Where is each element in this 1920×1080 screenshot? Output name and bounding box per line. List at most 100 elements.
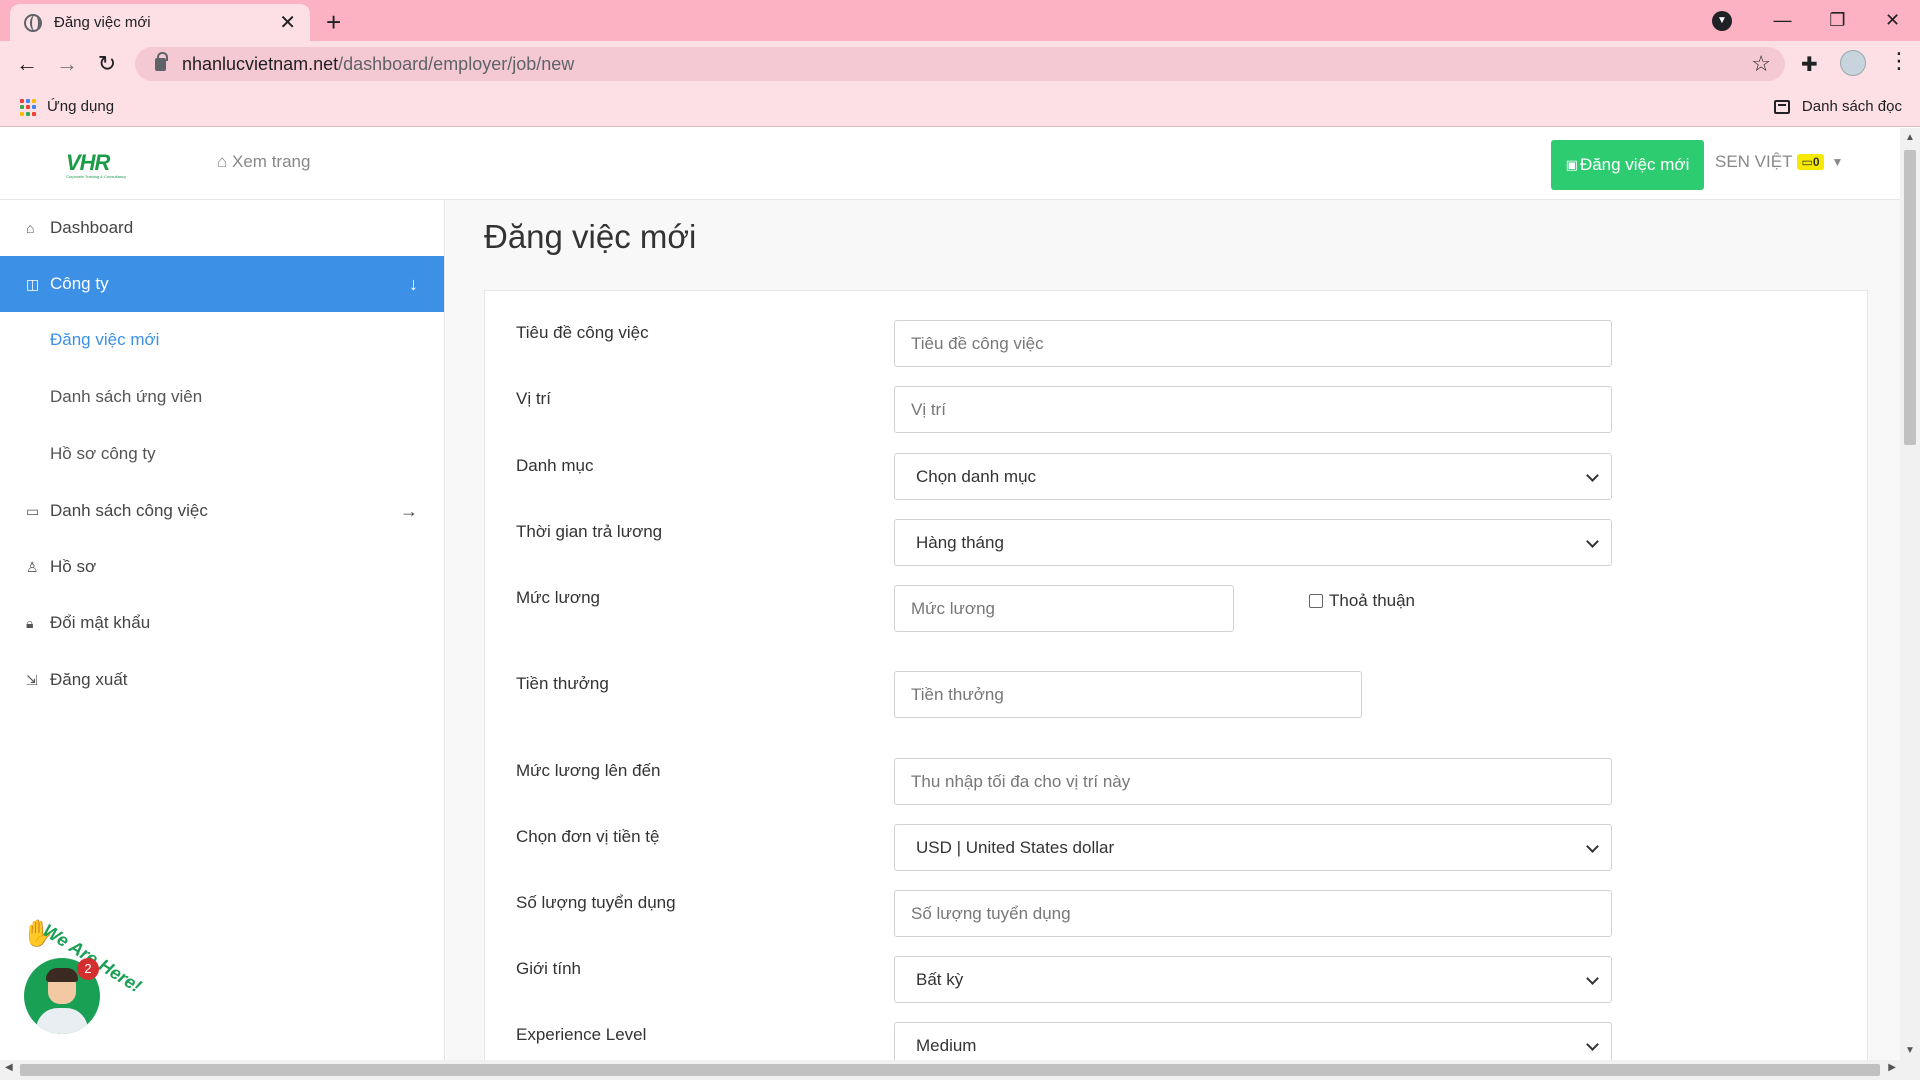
max-salary-label: Mức lương lên đến xyxy=(516,761,661,780)
job-title-label: Tiêu đề công việc xyxy=(516,323,649,342)
app-header: VHR Corporate Training & Consultancy ⌂ X… xyxy=(0,128,1900,200)
negotiable-checkbox[interactable]: Thoả thuận xyxy=(1309,591,1415,611)
negotiable-label: Thoả thuận xyxy=(1329,591,1416,610)
extensions-icon[interactable]: ✚ xyxy=(1801,52,1818,77)
home-icon: ⌂ xyxy=(26,220,35,236)
experience-label: Experience Level xyxy=(516,1025,647,1044)
browser-toolbar: ← → ↻ nhanlucvietnam.net/dashboard/emplo… xyxy=(0,41,1920,87)
scroll-left-icon[interactable]: ◀ xyxy=(5,1062,13,1073)
post-job-label: Đăng việc mới xyxy=(1579,155,1690,174)
sidebar-item-label: Danh sách công việc xyxy=(50,501,208,520)
briefcase-icon: ▭ xyxy=(1801,155,1813,169)
browser-menu-icon[interactable]: ⋮ xyxy=(1888,48,1910,74)
vacancies-input[interactable]: Số lượng tuyển dụng xyxy=(894,890,1612,937)
sidebar-item-label: Đăng xuất xyxy=(50,670,128,689)
pay-period-select[interactable]: Hàng tháng xyxy=(894,519,1612,566)
gender-select[interactable]: Bất kỳ xyxy=(894,956,1612,1003)
vertical-scrollbar[interactable]: ▲ ▼ xyxy=(1900,128,1920,1060)
reading-list-button[interactable]: Danh sách đọc xyxy=(1773,98,1902,115)
view-site-link[interactable]: ⌂ Xem trang xyxy=(217,152,310,172)
globe-icon xyxy=(24,13,42,32)
vertical-scroll-thumb[interactable] xyxy=(1904,150,1916,445)
page-viewport: VHR Corporate Training & Consultancy ⌂ X… xyxy=(0,128,1900,1060)
forward-icon[interactable]: → xyxy=(52,49,82,79)
logo-text: VHR xyxy=(66,150,110,175)
tab-close-icon[interactable]: ✕ xyxy=(279,10,296,35)
briefcase-icon: ▭ xyxy=(26,502,40,519)
currency-select[interactable]: USD | United States dollar xyxy=(894,824,1612,871)
bonus-label: Tiền thưởng xyxy=(516,674,609,693)
max-salary-input[interactable]: Thu nhập tối đa cho vị trí này xyxy=(894,758,1612,805)
reading-list-label: Danh sách đọc xyxy=(1801,98,1902,115)
salary-label: Mức lương xyxy=(516,588,600,607)
arrow-right-icon: → xyxy=(400,500,418,521)
browser-tab[interactable]: Đăng việc mới ✕ xyxy=(10,4,310,41)
reading-list-icon xyxy=(1773,99,1790,114)
sidebar-item-change-password[interactable]: 🔒︎ Đổi mật khẩu xyxy=(0,595,444,651)
sidebar-item-dashboard[interactable]: ⌂ Dashboard xyxy=(0,200,444,256)
bonus-input[interactable]: Tiền thưởng xyxy=(894,671,1362,718)
arrow-down-icon: ↓ xyxy=(409,273,418,294)
sidebar-item-label: Đổi mật khẩu xyxy=(50,613,151,632)
horizontal-scrollbar[interactable]: ◀ ▶ xyxy=(0,1060,1920,1080)
browser-tab-strip: Đăng việc mới ✕ + ▼ — ❐ ✕ xyxy=(0,0,1920,41)
minimize-icon[interactable]: — xyxy=(1755,10,1810,31)
lock-icon[interactable] xyxy=(155,51,168,71)
sidebar-item-company[interactable]: ◫ Công ty ↓ xyxy=(0,256,444,312)
sidebar-item-job-list[interactable]: ▭ Danh sách công việc → xyxy=(0,483,444,539)
vhr-logo[interactable]: VHR Corporate Training & Consultancy xyxy=(66,150,146,180)
building-icon: ◫ xyxy=(26,275,40,292)
caret-down-icon: ▼ xyxy=(1831,155,1844,169)
back-icon[interactable]: ← xyxy=(12,49,42,79)
page-title: Đăng việc mới xyxy=(484,218,697,255)
main-content: Đăng việc mới Tiêu đề công việc Tiêu đề … xyxy=(446,200,1900,1060)
scroll-down-icon[interactable]: ▼ xyxy=(1905,1045,1915,1056)
user-menu[interactable]: SEN VIỆT ▭0 ▼ xyxy=(1715,152,1843,172)
lock-icon: 🔒︎ xyxy=(26,614,34,631)
sidebar-subitem-candidates[interactable]: Danh sách ứng viên xyxy=(0,369,444,425)
scroll-right-icon[interactable]: ▶ xyxy=(1888,1062,1896,1073)
profile-avatar[interactable] xyxy=(1840,50,1866,76)
sidebar-item-label: Công ty xyxy=(50,274,109,293)
horizontal-scroll-thumb[interactable] xyxy=(20,1064,1880,1076)
apps-grid-icon[interactable] xyxy=(20,99,37,116)
user-icon: ♙ xyxy=(26,558,39,575)
currency-label: Chọn đơn vị tiền tệ xyxy=(516,827,660,846)
home-icon: ⌂ xyxy=(217,152,228,171)
experience-select[interactable]: Medium xyxy=(894,1022,1612,1060)
close-window-icon[interactable]: ✕ xyxy=(1865,10,1920,31)
url-text: nhanlucvietnam.net/dashboard/employer/jo… xyxy=(182,53,575,74)
job-title-input[interactable]: Tiêu đề công việc xyxy=(894,320,1612,367)
gender-label: Giới tính xyxy=(516,959,582,978)
salary-input[interactable]: Mức lương xyxy=(894,585,1234,632)
logout-icon: ⇲ xyxy=(26,671,38,688)
window-controls: — ❐ ✕ xyxy=(1755,0,1920,41)
media-control-icon[interactable]: ▼ xyxy=(1712,11,1732,31)
sidebar-subitem-post-job[interactable]: Đăng việc mới xyxy=(0,312,444,368)
vacancies-label: Số lượng tuyển dụng xyxy=(516,893,676,912)
restore-icon[interactable]: ❐ xyxy=(1810,10,1865,31)
bookmarks-bar: Ứng dụng Danh sách đọc xyxy=(0,87,1920,127)
sidebar-subitem-company-profile[interactable]: Hồ sơ công ty xyxy=(0,426,444,482)
position-input[interactable]: Vị trí xyxy=(894,386,1612,433)
scroll-up-icon[interactable]: ▲ xyxy=(1905,132,1915,143)
reload-icon[interactable]: ↻ xyxy=(92,49,122,79)
sidebar-item-profile[interactable]: ♙ Hồ sơ xyxy=(0,539,444,595)
address-bar[interactable]: nhanlucvietnam.net/dashboard/employer/jo… xyxy=(135,47,1785,81)
category-select[interactable]: Chọn danh mục xyxy=(894,453,1612,500)
sidebar-item-logout[interactable]: ⇲ Đăng xuất xyxy=(0,652,444,708)
bookmark-apps[interactable]: Ứng dụng xyxy=(47,98,114,115)
view-site-label: Xem trang xyxy=(232,152,311,171)
chat-notification-badge: 2 xyxy=(77,958,99,980)
user-badge: ▭0 xyxy=(1797,154,1824,170)
checkbox-box[interactable] xyxy=(1309,594,1323,608)
pay-period-label: Thời gian trả lương xyxy=(516,522,663,541)
user-name: SEN VIỆT xyxy=(1715,152,1793,171)
sidebar-item-label: Dashboard xyxy=(50,218,134,237)
logo-tagline: Corporate Training & Consultancy xyxy=(66,174,127,179)
sidebar-item-label: Hồ sơ xyxy=(50,557,97,576)
bookmark-star-icon[interactable]: ☆ xyxy=(1751,51,1771,77)
save-icon: ▣ xyxy=(1565,157,1578,172)
post-job-button[interactable]: ▣ Đăng việc mới xyxy=(1551,140,1704,190)
new-tab-button[interactable]: + xyxy=(326,7,341,38)
